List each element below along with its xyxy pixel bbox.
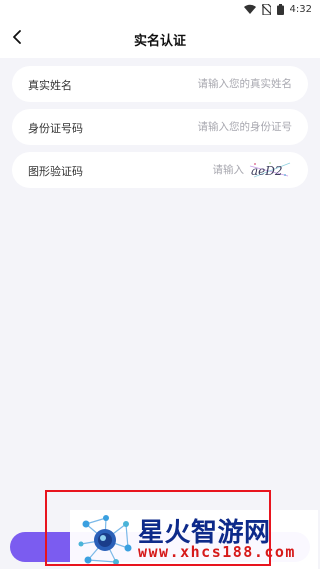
captcha-input[interactable] [174, 160, 244, 180]
captcha-image[interactable]: aeD2 [248, 160, 292, 180]
captcha-text: aeD2 [251, 164, 283, 178]
real-name-input[interactable] [152, 74, 292, 94]
id-number-field[interactable]: 身份证号码 [12, 109, 308, 145]
clock-time: 4:32 [289, 3, 312, 15]
status-bar: 4:32 [0, 0, 320, 18]
no-sim-icon [261, 3, 271, 15]
wifi-icon [243, 4, 256, 14]
real-name-label: 真实姓名 [28, 79, 72, 92]
network-logo-icon [78, 515, 132, 565]
nav-bar: 实名认证 [0, 18, 320, 58]
watermark-url: www.xhcs188.com [138, 543, 296, 561]
id-number-label: 身份证号码 [28, 122, 83, 135]
id-number-input[interactable] [152, 117, 292, 137]
page-title: 实名认证 [133, 34, 186, 49]
watermark: 星火智游网 www.xhcs188.com [70, 510, 318, 569]
captcha-label: 图形验证码 [28, 165, 83, 178]
verification-form: 真实姓名 身份证号码 图形验证码 aeD2 [12, 66, 308, 195]
real-name-field[interactable]: 真实姓名 [12, 66, 308, 102]
captcha-field[interactable]: 图形验证码 aeD2 [12, 152, 308, 188]
battery-icon [276, 3, 284, 15]
